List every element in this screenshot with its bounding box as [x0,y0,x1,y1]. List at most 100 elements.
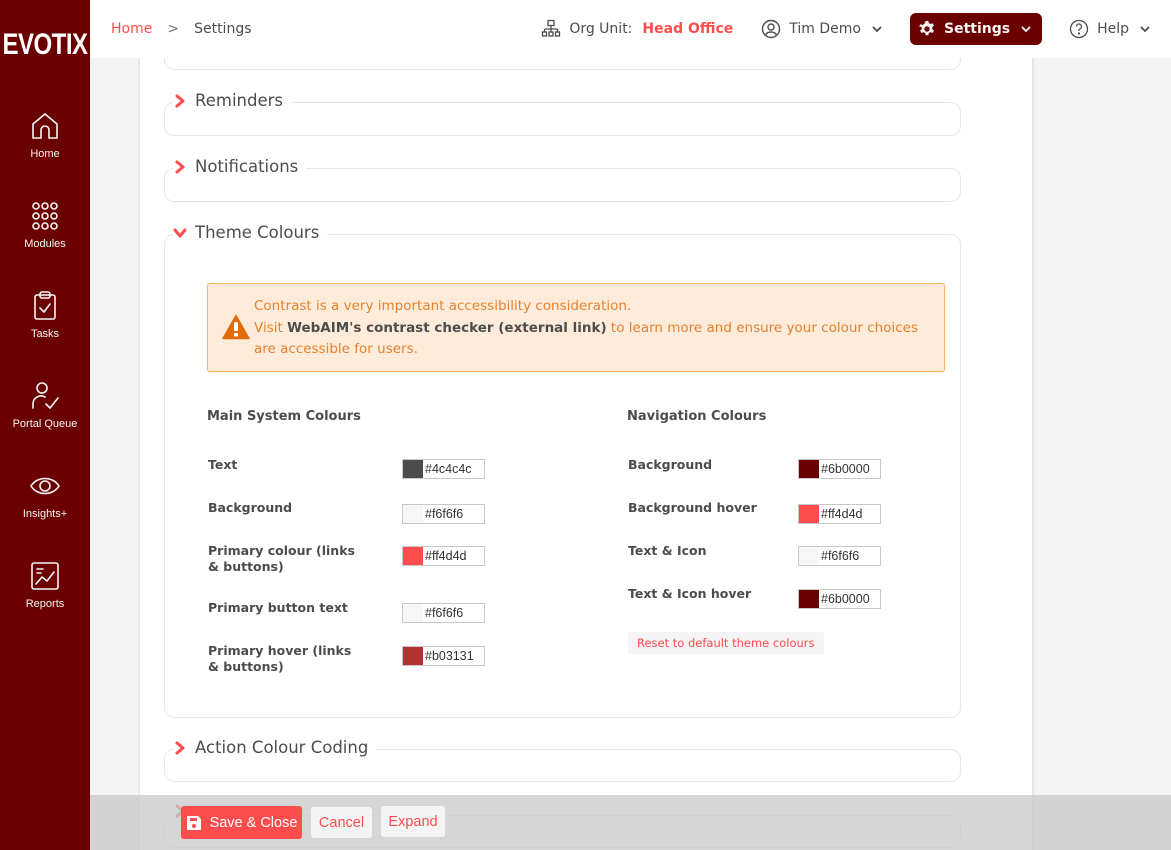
colour-value: #f6f6f6 [821,549,860,563]
colour-swatch[interactable] [799,505,819,523]
user-circle-icon [762,19,781,39]
org-hierarchy-icon [542,19,561,37]
help-circle-icon [1069,19,1089,39]
section-title: Notifications [195,157,299,176]
section-title: Action Colour Coding [195,738,369,757]
right-panel [1032,58,1171,850]
previous-section [164,58,961,70]
clipboard-check-icon [34,291,56,320]
colour-label-primary: Primary colour (links & buttons) [208,543,355,574]
sidebar-item-portal-queue[interactable]: Portal Queue [0,360,90,450]
user-name: Tim Demo [789,21,861,37]
colour-value: #ff4d4d [821,507,863,521]
sidebar-item-tasks[interactable]: Tasks [0,270,90,360]
nav-colour-label-text-icon-hover: Text & Icon hover [628,586,752,601]
colour-value: #ff4d4d [425,549,467,563]
save-and-close-label: Save & Close [209,814,298,831]
nav-colour-input-background-hover[interactable]: #ff4d4d [798,504,881,524]
chevron-down-icon [1140,26,1150,33]
section-reminders: Reminders [164,91,961,136]
breadcrumb: Home > Settings [111,21,252,37]
sidebar-item-reports[interactable]: Reports [0,540,90,630]
nav-colour-input-text-icon[interactable]: #f6f6f6 [798,546,881,566]
chart-report-icon [31,562,59,590]
sidebar-item-label: Home [30,148,60,160]
section-theme-colours-toggle[interactable]: Theme Colours [173,223,328,242]
colour-value: #f6f6f6 [425,606,464,620]
section-notifications: Notifications [164,157,961,202]
colour-swatch[interactable] [403,505,423,523]
colour-input-primary[interactable]: #ff4d4d [402,546,485,566]
colour-value: #f6f6f6 [425,507,464,521]
nav-colour-label-background-hover: Background hover [628,500,757,515]
breadcrumb-current: Settings [194,21,252,37]
grid-dots-icon [32,202,58,230]
top-header: Home > Settings Org Unit: Head Office Ti… [90,0,1171,58]
settings-content: Reminders Notifications Theme Colours Co… [138,58,1032,850]
colour-swatch[interactable] [799,460,819,478]
nav-colours-title: Navigation Colours [627,409,767,424]
colour-input-text[interactable]: #4c4c4c [402,459,485,479]
section-reminders-toggle[interactable]: Reminders [173,91,291,110]
nav-colour-label-text-icon: Text & Icon [628,543,707,558]
warning-triangle-icon [222,314,250,340]
section-title: Reminders [195,91,283,110]
section-action-colour-coding-toggle[interactable]: Action Colour Coding [173,738,377,757]
section-theme-colours: Theme Colours Contrast is a very importa… [164,223,961,718]
home-icon [32,113,58,139]
nav-colour-label-background: Background [628,457,713,472]
contrast-warning-alert: Contrast is a very important accessibili… [207,283,945,372]
colour-label-background: Background [208,500,293,515]
bottom-action-bar: Save & Close Cancel Expand [90,795,1171,850]
sidebar-item-home[interactable]: Home [0,90,90,180]
org-unit: Org Unit: Head Office [541,19,733,39]
help-menu[interactable]: Help [1069,19,1151,39]
chevron-down-icon [173,228,187,237]
settings-menu-button[interactable]: Settings [909,13,1043,45]
main-colours-title: Main System Colours [207,409,361,424]
alert-line-1: Contrast is a very important accessibili… [254,298,632,314]
chevron-down-icon [1021,26,1031,33]
nav-colour-input-text-icon-hover[interactable]: #6b0000 [798,589,881,609]
colour-swatch[interactable] [799,590,819,608]
save-floppy-icon [186,815,201,830]
sidebar-item-insights[interactable]: Insights+ [0,450,90,540]
colour-input-background[interactable]: #f6f6f6 [402,504,485,524]
colour-swatch[interactable] [403,547,423,565]
chevron-right-icon [175,94,185,107]
sidebar-item-label: Insights+ [22,508,68,520]
alert-line-2: Visit WebAIM's contrast checker (externa… [254,318,924,361]
colour-input-primary-button-text[interactable]: #f6f6f6 [402,603,485,623]
breadcrumb-separator: > [167,21,180,37]
colour-value: #6b0000 [821,462,870,476]
breadcrumb-home-link[interactable]: Home [111,21,152,37]
section-title: Theme Colours [195,223,320,242]
user-menu[interactable]: Tim Demo [761,19,883,39]
evotix-logo[interactable]: EVOTIX [0,0,90,101]
sidebar-item-label: Reports [25,598,65,610]
section-notifications-toggle[interactable]: Notifications [173,157,307,176]
chevron-right-icon [175,160,185,173]
colour-input-primary-hover[interactable]: #b03131 [402,646,485,666]
colour-swatch[interactable] [799,547,819,565]
colour-label-primary-button-text: Primary button text [208,600,348,615]
nav-colour-input-background[interactable]: #6b0000 [798,459,881,479]
colour-value: #b03131 [425,649,474,663]
reset-theme-colours-button[interactable]: Reset to default theme colours [628,632,824,654]
org-unit-value[interactable]: Head Office [642,21,733,37]
colour-value: #6b0000 [821,592,870,606]
colour-swatch[interactable] [403,604,423,622]
save-and-close-button[interactable]: Save & Close [181,806,302,839]
section-action-colour-coding: Action Colour Coding [164,738,961,782]
cancel-button[interactable]: Cancel [311,807,372,838]
colour-value: #4c4c4c [425,462,472,476]
colour-swatch[interactable] [403,460,423,478]
webaim-contrast-checker-link[interactable]: WebAIM's contrast checker (external link… [287,320,607,336]
colour-label-primary-hover: Primary hover (links & buttons) [208,643,352,674]
sidebar-item-modules[interactable]: Modules [0,180,90,270]
org-unit-label: Org Unit: [569,21,633,37]
expand-button[interactable]: Expand [381,806,445,837]
colour-swatch[interactable] [403,647,423,665]
help-label: Help [1097,21,1129,37]
sidebar-item-label: Tasks [30,328,60,340]
